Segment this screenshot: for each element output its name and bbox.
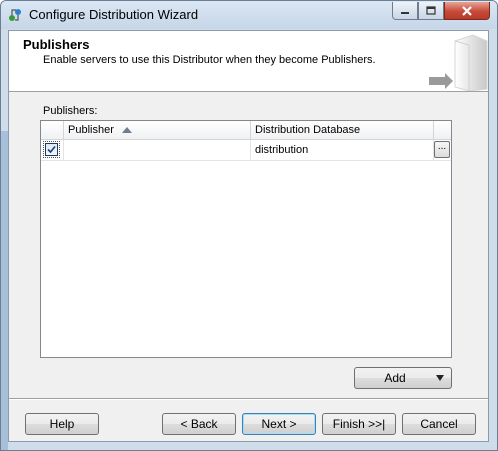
publishers-label: Publishers: xyxy=(43,105,98,117)
distribution-database-cell[interactable]: distribution xyxy=(251,140,434,160)
wizard-body: Publishers Enable servers to use this Di… xyxy=(8,30,489,442)
window-title: Configure Distribution Wizard xyxy=(29,7,199,22)
window-frame-edge xyxy=(1,131,8,450)
page-title: Publishers xyxy=(23,37,90,52)
column-header-publisher[interactable]: Publisher xyxy=(64,121,251,139)
select-cell xyxy=(41,140,64,160)
publishers-grid[interactable]: Publisher Distribution Database distribu… xyxy=(40,120,452,358)
page-subtitle: Enable servers to use this Distributor w… xyxy=(43,54,376,66)
wizard-icon xyxy=(9,9,21,21)
browse-database-button[interactable]: ... xyxy=(434,141,450,158)
table-row[interactable]: distribution ... xyxy=(41,140,451,161)
title-bar[interactable]: Configure Distribution Wizard xyxy=(1,1,497,29)
finish-button[interactable]: Finish >>| xyxy=(322,413,396,435)
next-button[interactable]: Next > xyxy=(242,413,316,435)
column-header-distribution-database-label: Distribution Database xyxy=(255,124,361,136)
chevron-down-icon xyxy=(436,375,444,381)
column-header-distribution-database[interactable]: Distribution Database xyxy=(251,121,434,139)
page-header: Publishers Enable servers to use this Di… xyxy=(9,31,488,92)
maximize-button[interactable] xyxy=(418,2,444,20)
column-header-filler xyxy=(434,121,451,139)
grid-header: Publisher Distribution Database xyxy=(41,121,451,140)
publisher-enabled-checkbox[interactable] xyxy=(43,141,60,158)
minimize-button[interactable] xyxy=(392,2,418,20)
checkmark-icon xyxy=(47,145,56,154)
sort-ascending-icon xyxy=(122,127,132,133)
footer-divider xyxy=(9,398,488,400)
add-button-label: Add xyxy=(384,371,406,385)
back-button[interactable]: < Back xyxy=(162,413,236,435)
column-header-select[interactable] xyxy=(41,121,64,139)
add-button[interactable]: Add xyxy=(354,367,452,389)
wizard-window: Configure Distribution Wizard Publishers… xyxy=(0,0,498,451)
close-button[interactable] xyxy=(444,2,490,20)
column-header-publisher-label: Publisher xyxy=(68,124,114,136)
help-button[interactable]: Help xyxy=(25,413,99,435)
cancel-button[interactable]: Cancel xyxy=(402,413,476,435)
publisher-cell[interactable] xyxy=(64,140,251,160)
close-icon xyxy=(462,5,472,16)
minimize-icon xyxy=(401,11,409,14)
server-icon xyxy=(429,34,488,91)
maximize-icon xyxy=(426,6,436,15)
